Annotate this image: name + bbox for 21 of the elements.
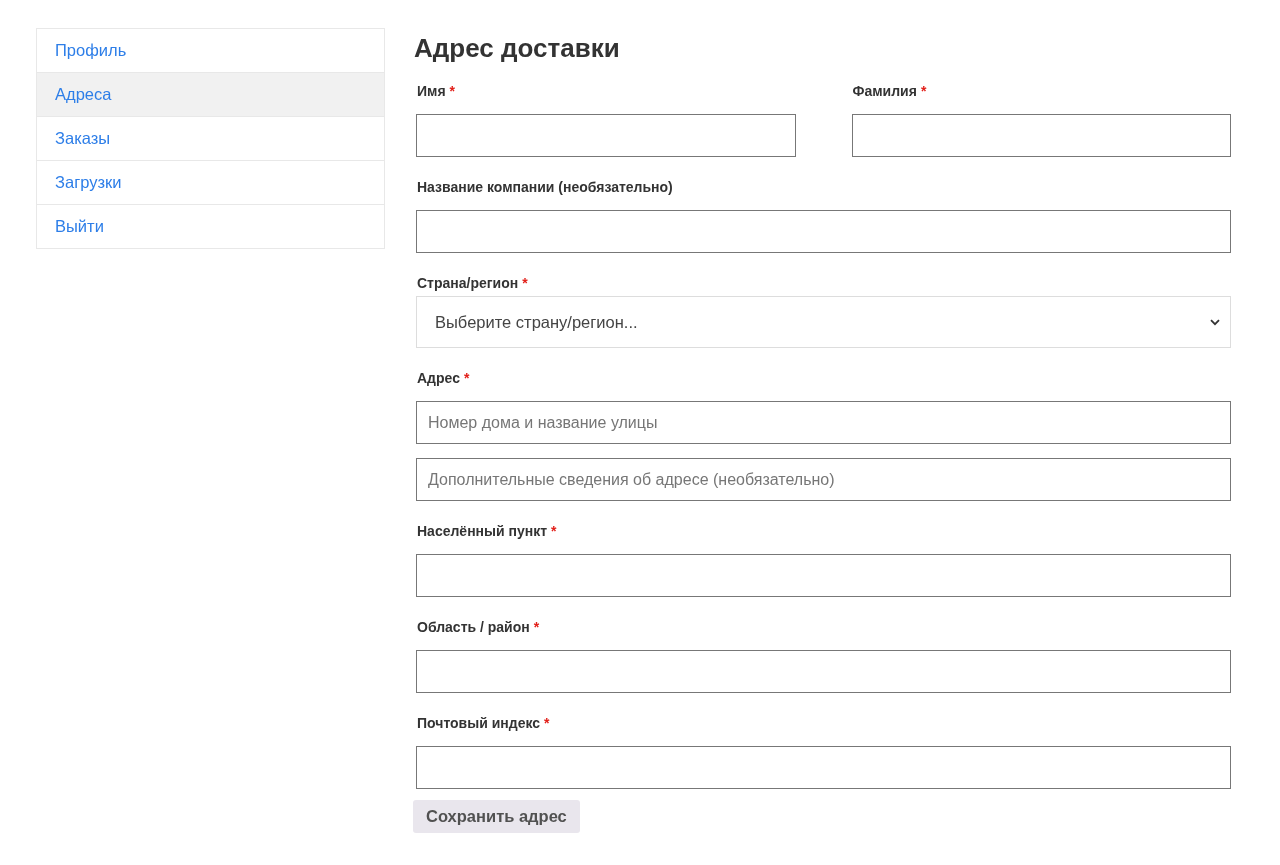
field-label: Адрес * <box>416 369 471 388</box>
field-label: Имя * <box>416 82 457 101</box>
input-field[interactable] <box>416 650 1231 693</box>
input-field[interactable] <box>416 114 796 157</box>
field-label: Название компании (необязательно) <box>416 178 674 197</box>
chevron-down-icon <box>1210 318 1220 326</box>
field-label: Почтовый индекс * <box>416 714 551 733</box>
field-label: Область / район * <box>416 618 541 637</box>
save-address-button[interactable]: Сохранить адрес <box>413 800 580 833</box>
input-field[interactable]: Номер дома и название улицы <box>416 401 1231 444</box>
country-select[interactable]: Выберите страну/регион... <box>416 296 1231 348</box>
field-label: Населённый пункт * <box>416 522 558 541</box>
input-field[interactable]: Дополнительные сведения об адресе (необязательно) <box>416 458 1231 501</box>
input-field[interactable] <box>416 554 1231 597</box>
input-field[interactable] <box>416 746 1231 789</box>
page-title: Адрес доставки <box>414 32 621 65</box>
field-label: Фамилия * <box>851 82 928 101</box>
field-label: Страна/регион * <box>416 274 529 293</box>
input-field[interactable] <box>851 114 1231 157</box>
input-field[interactable] <box>416 210 1231 253</box>
sidebar-link[interactable]: Адреса <box>37 72 384 116</box>
